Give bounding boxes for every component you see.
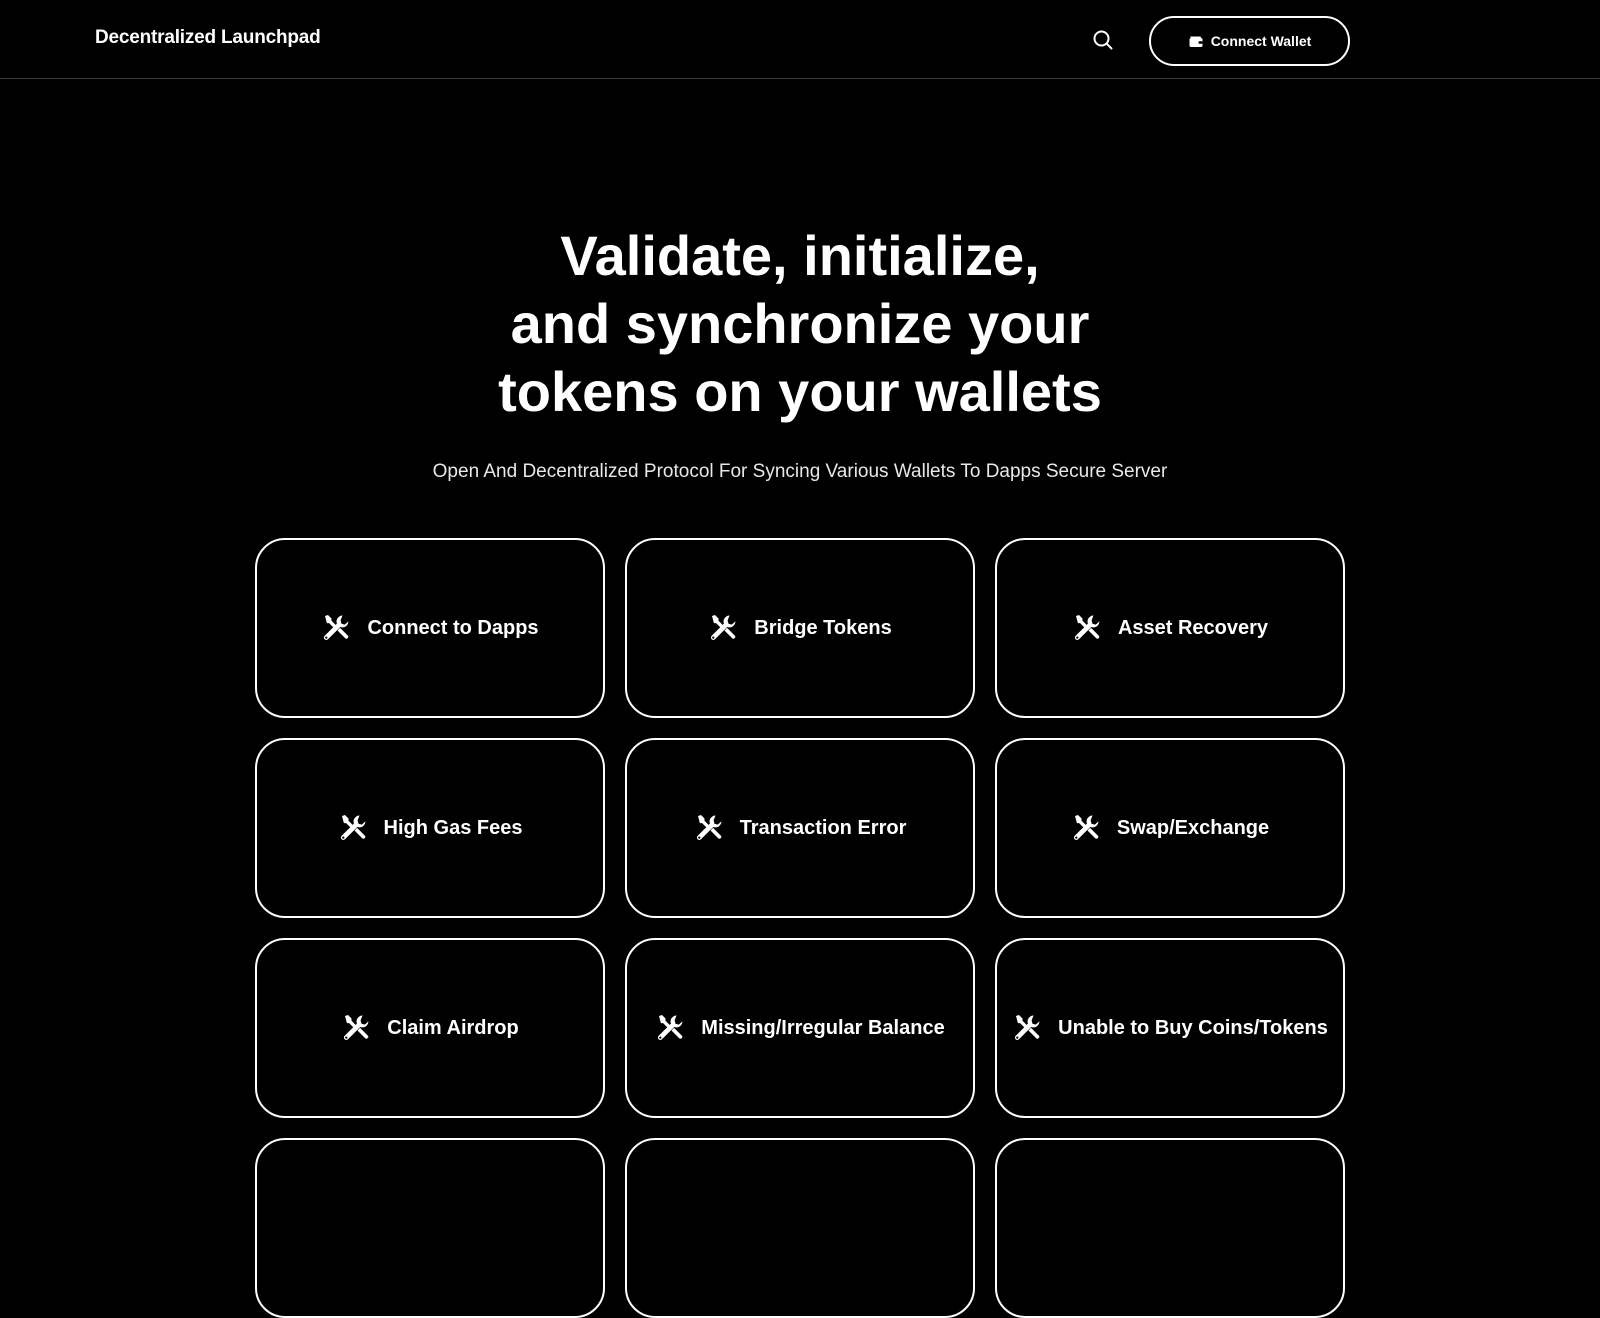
service-card-high-gas-fees[interactable]: High Gas Fees: [255, 738, 605, 918]
service-card-bridge-tokens[interactable]: Bridge Tokens: [625, 538, 975, 718]
service-card-label: Transaction Error: [739, 816, 907, 839]
service-card-transaction-error[interactable]: Transaction Error: [625, 738, 975, 918]
hero-subtitle: Open And Decentralized Protocol For Sync…: [432, 461, 1168, 482]
service-card-label: Unable to Buy Coins/Tokens: [1058, 1016, 1328, 1039]
service-card-connect-to-dapps[interactable]: Connect to Dapps: [255, 538, 605, 718]
service-card-label: Asset Recovery: [1117, 616, 1269, 639]
service-card-partial[interactable]: [625, 1138, 975, 1318]
service-card-missing-irregular-balance[interactable]: Missing/Irregular Balance: [625, 938, 975, 1118]
service-card-asset-recovery[interactable]: Asset Recovery: [995, 538, 1345, 718]
top-nav: Decentralized Launchpad Connect Wallet: [0, 0, 1600, 79]
service-card-partial[interactable]: [255, 1138, 605, 1318]
service-card-claim-airdrop[interactable]: Claim Airdrop: [255, 938, 605, 1118]
tools-icon: [655, 1013, 685, 1043]
tools-icon: [321, 613, 351, 643]
tools-icon: [1072, 613, 1102, 643]
search-icon[interactable]: [1091, 28, 1115, 52]
hero-title-line: Validate, initialize,: [560, 224, 1040, 287]
tools-icon: [341, 1013, 371, 1043]
service-card-label: Swap/Exchange: [1116, 816, 1270, 839]
brand-logo[interactable]: Decentralized Launchpad: [95, 27, 321, 49]
hero-title-line: tokens on your wallets: [498, 360, 1102, 423]
hero-title-line: and synchronize your: [510, 292, 1090, 355]
service-card-label: High Gas Fees: [383, 816, 523, 839]
service-card-unable-to-buy[interactable]: Unable to Buy Coins/Tokens: [995, 938, 1345, 1118]
hero-title: Validate, initialize, and synchronize yo…: [300, 222, 1300, 426]
connect-wallet-label: Connect Wallet: [1210, 33, 1312, 49]
wallet-icon: [1188, 33, 1204, 49]
services-grid: Connect to Dapps Bridge Tokens Asset Rec…: [255, 538, 1345, 1318]
connect-wallet-button[interactable]: Connect Wallet: [1149, 16, 1350, 66]
service-card-label: Missing/Irregular Balance: [701, 1016, 945, 1039]
tools-icon: [1071, 813, 1101, 843]
service-card-label: Claim Airdrop: [387, 1016, 519, 1039]
tools-icon: [708, 613, 738, 643]
service-card-partial[interactable]: [995, 1138, 1345, 1318]
tools-icon: [1012, 1013, 1042, 1043]
service-card-label: Connect to Dapps: [367, 616, 539, 639]
tools-icon: [338, 813, 368, 843]
service-card-swap-exchange[interactable]: Swap/Exchange: [995, 738, 1345, 918]
service-card-label: Bridge Tokens: [754, 616, 892, 639]
tools-icon: [694, 813, 724, 843]
